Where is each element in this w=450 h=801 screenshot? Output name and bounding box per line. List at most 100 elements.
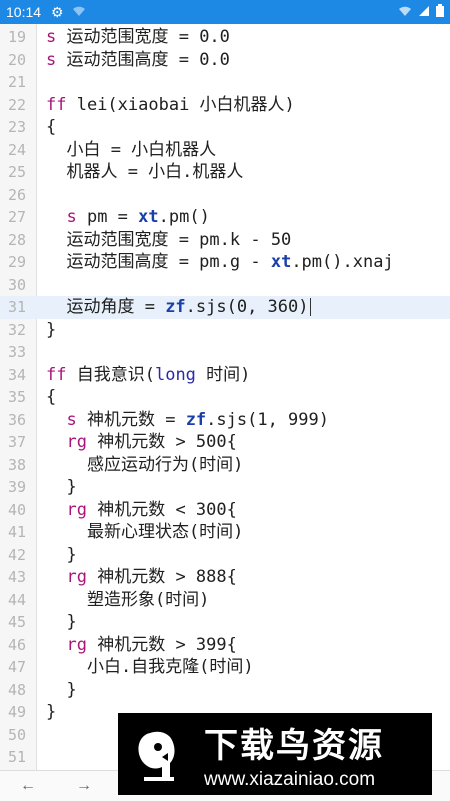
text-cursor (309, 298, 311, 316)
code-line[interactable]: 41 最新心理状态(时间) (0, 521, 450, 544)
bird-logo-icon (128, 720, 196, 788)
line-number: 30 (7, 275, 26, 294)
code-text: 机器人 = 小白.机器人 (46, 161, 243, 184)
line-number: 44 (7, 590, 26, 609)
cell-signal-icon (418, 5, 430, 20)
code-line[interactable]: 47 小白.自我克隆(时间) (0, 656, 450, 679)
code-line[interactable]: 28 运动范围宽度 = pm.k - 50 (0, 229, 450, 252)
code-token-kw: rg (66, 634, 87, 655)
code-line[interactable]: 43 rg 神机元数 > 888{ (0, 566, 450, 589)
wifi-icon (72, 5, 86, 20)
code-line[interactable]: 26 (0, 184, 450, 207)
code-text: rg 神机元数 > 399{ (46, 634, 237, 657)
code-text: } (46, 701, 56, 724)
code-line[interactable]: 35 { (0, 386, 450, 409)
code-token: 小白.自我克隆(时间) (46, 657, 254, 677)
code-line[interactable]: 33 (0, 341, 450, 364)
code-line[interactable]: 27 s pm = xt.pm() (0, 206, 450, 229)
code-text: ff lei(xiaobai 小白机器人) (46, 94, 295, 117)
code-editor[interactable]: 19 s 运动范围宽度 = 0.0 20 s 运动范围高度 = 0.0 21 22 ff l… (0, 24, 450, 770)
code-token: .pm().xnaj (291, 252, 394, 272)
code-token: } (46, 544, 77, 565)
code-line[interactable]: 30 (0, 274, 450, 297)
code-line[interactable]: 21 (0, 71, 450, 94)
line-number: 21 (7, 73, 26, 91)
line-number: 39 (7, 478, 26, 496)
code-token: pm = (76, 207, 139, 227)
code-token-kw: s (66, 409, 77, 430)
line-number: 25 (7, 163, 26, 181)
code-token: 小白 = 小白机器人 (46, 139, 217, 160)
line-number: 34 (7, 365, 26, 384)
code-text: ff 自我意识(long 时间) (46, 364, 250, 387)
code-line[interactable]: 42 } (0, 544, 450, 567)
code-token: } (46, 702, 57, 722)
code-line[interactable]: 25 机器人 = 小白.机器人 (0, 161, 450, 184)
forward-arrow-button[interactable]: → (76, 777, 92, 795)
code-token: .sjs(0, 360) (185, 297, 309, 317)
code-line[interactable]: 22 ff lei(xiaobai 小白机器人) (0, 94, 450, 117)
code-token: lei(xiaobai 小白机器人) (66, 94, 295, 115)
code-line[interactable]: 20 s 运动范围高度 = 0.0 (0, 49, 450, 72)
code-line[interactable]: 19 s 运动范围宽度 = 0.0 (0, 26, 450, 49)
line-number: 43 (7, 568, 26, 586)
code-area[interactable]: 19 s 运动范围宽度 = 0.0 20 s 运动范围高度 = 0.0 21 22 ff l… (0, 24, 450, 770)
code-token-kw: s (46, 27, 57, 47)
code-line[interactable]: 23 { (0, 116, 450, 139)
code-token: 塑造形象(时间) (46, 589, 210, 610)
watermark-banner: 下载鸟资源 www.xiazainiao.com (118, 713, 432, 795)
line-number: 42 (7, 545, 26, 564)
code-token: } (46, 319, 57, 340)
code-line[interactable]: 46 rg 神机元数 > 399{ (0, 634, 450, 657)
line-number: 50 (7, 725, 26, 744)
code-token-kw: s (46, 49, 57, 70)
code-token: } (46, 679, 77, 700)
code-text: } (46, 476, 77, 499)
code-line[interactable]: 24 小白 = 小白机器人 (0, 139, 450, 162)
line-number: 22 (7, 95, 26, 114)
code-token: { (46, 387, 57, 407)
code-text: rg 神机元数 > 888{ (46, 566, 236, 589)
line-number: 40 (7, 500, 26, 519)
code-text: 运动角度 = zf.sjs(0, 360) (46, 296, 311, 319)
code-token: 运动范围宽度 = pm.k - 50 (46, 229, 292, 250)
code-line[interactable]: 40 rg 神机元数 < 300{ (0, 499, 450, 522)
code-line[interactable]: 44 塑造形象(时间) (0, 589, 450, 612)
code-line[interactable]: 36 s 神机元数 = zf.sjs(1, 999) (0, 409, 450, 432)
line-number: 37 (7, 433, 26, 451)
code-line[interactable]: 38 感应运动行为(时间) (0, 454, 450, 477)
code-token-kw: rg (66, 567, 87, 587)
code-line[interactable]: 39 } (0, 476, 450, 499)
code-token: 神机元数 > 399{ (86, 634, 237, 655)
code-token: } (46, 477, 77, 497)
line-number: 47 (7, 658, 26, 676)
code-token-kw: ff (46, 364, 67, 385)
line-number: 51 (7, 748, 26, 766)
code-line[interactable]: 32} (0, 319, 450, 342)
line-number: 24 (7, 140, 26, 159)
code-text: } (46, 544, 77, 567)
line-number: 45 (7, 613, 26, 631)
code-token: 运动范围宽度 = 0.0 (56, 27, 230, 47)
code-line[interactable]: 34 ff 自我意识(long 时间) (0, 364, 450, 387)
code-text: 塑造形象(时间) (46, 589, 209, 612)
code-text: 小白 = 小白机器人 (46, 139, 216, 162)
line-number: 38 (7, 455, 26, 474)
code-line[interactable]: 29 运动范围高度 = pm.g - xt.pm().xnaj (0, 251, 450, 274)
watermark-title: 下载鸟资源 (204, 726, 384, 765)
code-token: 神机元数 > 500{ (86, 432, 237, 452)
line-number: 26 (7, 185, 26, 204)
line-number: 19 (7, 28, 26, 46)
back-arrow-button[interactable]: ← (20, 777, 36, 795)
line-number: 23 (7, 118, 26, 136)
wifi-signal-icon (398, 5, 412, 20)
code-line[interactable]: 45 } (0, 611, 450, 634)
line-number: 28 (7, 230, 26, 249)
code-line[interactable]: 48 } (0, 679, 450, 702)
code-line-active[interactable]: 31 运动角度 = zf.sjs(0, 360) (0, 296, 450, 319)
line-number: 33 (7, 343, 26, 361)
code-line[interactable]: 37 rg 神机元数 > 500{ (0, 431, 450, 454)
code-token-kw: s (66, 207, 77, 227)
